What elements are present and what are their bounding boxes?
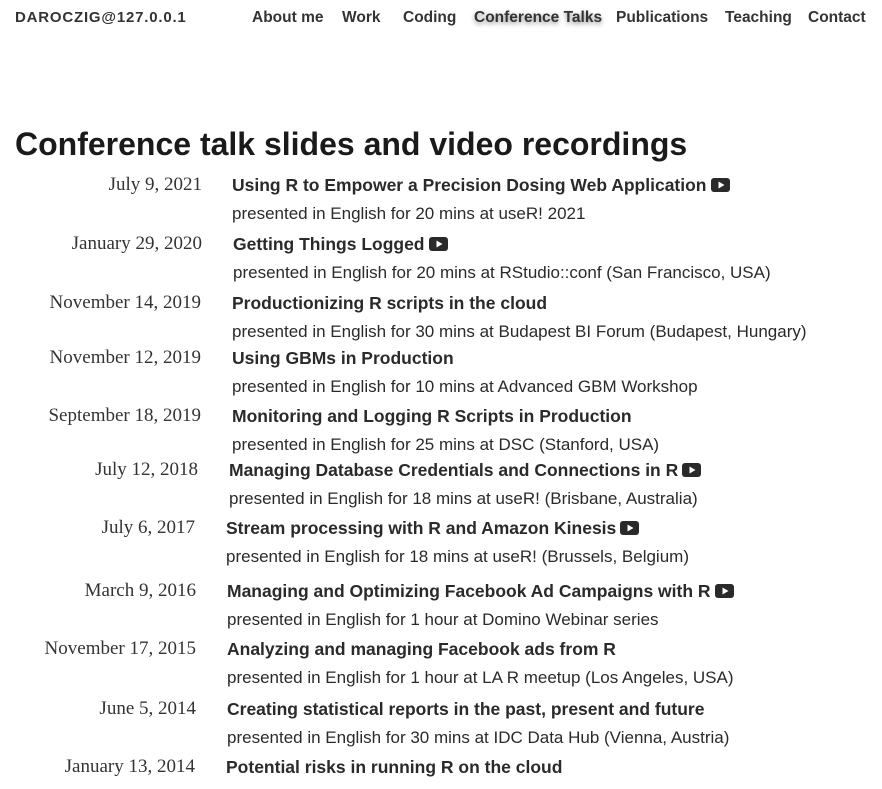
talk-title-text: Creating statistical reports in the past…	[227, 699, 705, 719]
talk-detail: presented in English for 1 hour at Domin…	[227, 610, 659, 629]
site-title[interactable]: DAROCZIG@127.0.0.1	[15, 9, 187, 26]
talk-detail: presented in English for 20 mins at RStu…	[233, 263, 771, 282]
talk-title-link[interactable]: Stream processing with R and Amazon Kine…	[226, 517, 640, 539]
talk-date: November 14, 2019	[49, 292, 201, 313]
talk-title-link[interactable]: Creating statistical reports in the past…	[227, 698, 704, 720]
talk-title-text: Productionizing R scripts in the cloud	[232, 293, 548, 313]
talk-title-text: Using GBMs in Production	[232, 348, 454, 368]
talk-date: November 17, 2015	[44, 638, 196, 659]
talk-title-text: Analyzing and managing Facebook ads from…	[227, 639, 616, 659]
talk-title-text: Monitoring and Logging R Scripts in Prod…	[232, 406, 632, 426]
youtube-icon[interactable]	[620, 518, 640, 535]
talk-detail: presented in English for 25 mins at DSC …	[232, 435, 660, 454]
nav-about[interactable]: About me	[252, 9, 323, 27]
page-title: Conference talk slides and video recordi…	[15, 126, 688, 162]
nav-conference-talks[interactable]: Conference Talks	[474, 9, 602, 27]
youtube-icon[interactable]	[710, 175, 730, 192]
talk-detail: presented in English for 20 mins at useR…	[232, 204, 586, 223]
nav-coding[interactable]: Coding	[403, 9, 456, 27]
talk-title-link[interactable]: Productionizing R scripts in the cloud	[232, 292, 547, 314]
talk-detail: presented in English for 30 mins at IDC …	[227, 728, 730, 747]
nav-contact[interactable]: Contact	[808, 9, 866, 27]
talk-detail: presented in English for 18 mins at useR…	[229, 489, 698, 508]
youtube-icon[interactable]	[682, 460, 702, 477]
talk-date: January 13, 2014	[64, 756, 195, 777]
talk-title-link[interactable]: Potential risks in running R on the clou…	[226, 756, 562, 778]
talk-title-link[interactable]: Getting Things Logged	[233, 233, 448, 255]
talk-title-text: Managing and Optimizing Facebook Ad Camp…	[227, 581, 711, 601]
talk-title-link[interactable]: Using R to Empower a Precision Dosing We…	[232, 174, 730, 196]
talk-date: July 12, 2018	[95, 459, 198, 480]
youtube-icon[interactable]	[428, 234, 448, 251]
youtube-icon[interactable]	[714, 581, 734, 598]
talk-title-link[interactable]: Analyzing and managing Facebook ads from…	[227, 638, 616, 660]
talk-title-link[interactable]: Using GBMs in Production	[232, 347, 454, 369]
nav-publications[interactable]: Publications	[616, 9, 708, 27]
talk-date: June 5, 2014	[99, 698, 196, 719]
talk-title-text: Getting Things Logged	[233, 234, 425, 254]
talk-date: July 9, 2021	[108, 174, 202, 195]
talk-date: January 29, 2020	[71, 233, 202, 254]
talk-title-link[interactable]: Managing and Optimizing Facebook Ad Camp…	[227, 580, 734, 602]
nav-work[interactable]: Work	[342, 9, 380, 27]
talk-date: March 9, 2016	[84, 580, 196, 601]
talk-date: November 12, 2019	[49, 347, 201, 368]
talk-title-link[interactable]: Managing Database Credentials and Connec…	[229, 459, 702, 481]
talk-detail: presented in English for 1 hour at LA R …	[227, 668, 734, 687]
nav-teaching[interactable]: Teaching	[725, 9, 792, 27]
talk-title-text: Using R to Empower a Precision Dosing We…	[232, 175, 707, 195]
talk-title-link[interactable]: Monitoring and Logging R Scripts in Prod…	[232, 405, 632, 427]
talk-date: September 18, 2019	[48, 405, 201, 426]
talk-title-text: Stream processing with R and Amazon Kine…	[226, 518, 617, 538]
talk-title-text: Potential risks in running R on the clou…	[226, 757, 563, 777]
talk-detail: presented in English for 10 mins at Adva…	[232, 377, 698, 396]
talk-title-text: Managing Database Credentials and Connec…	[229, 460, 679, 480]
talk-date: July 6, 2017	[101, 517, 195, 538]
talk-detail: presented in English for 18 mins at useR…	[226, 547, 689, 566]
talk-detail: presented in English for 30 mins at Buda…	[232, 322, 807, 341]
